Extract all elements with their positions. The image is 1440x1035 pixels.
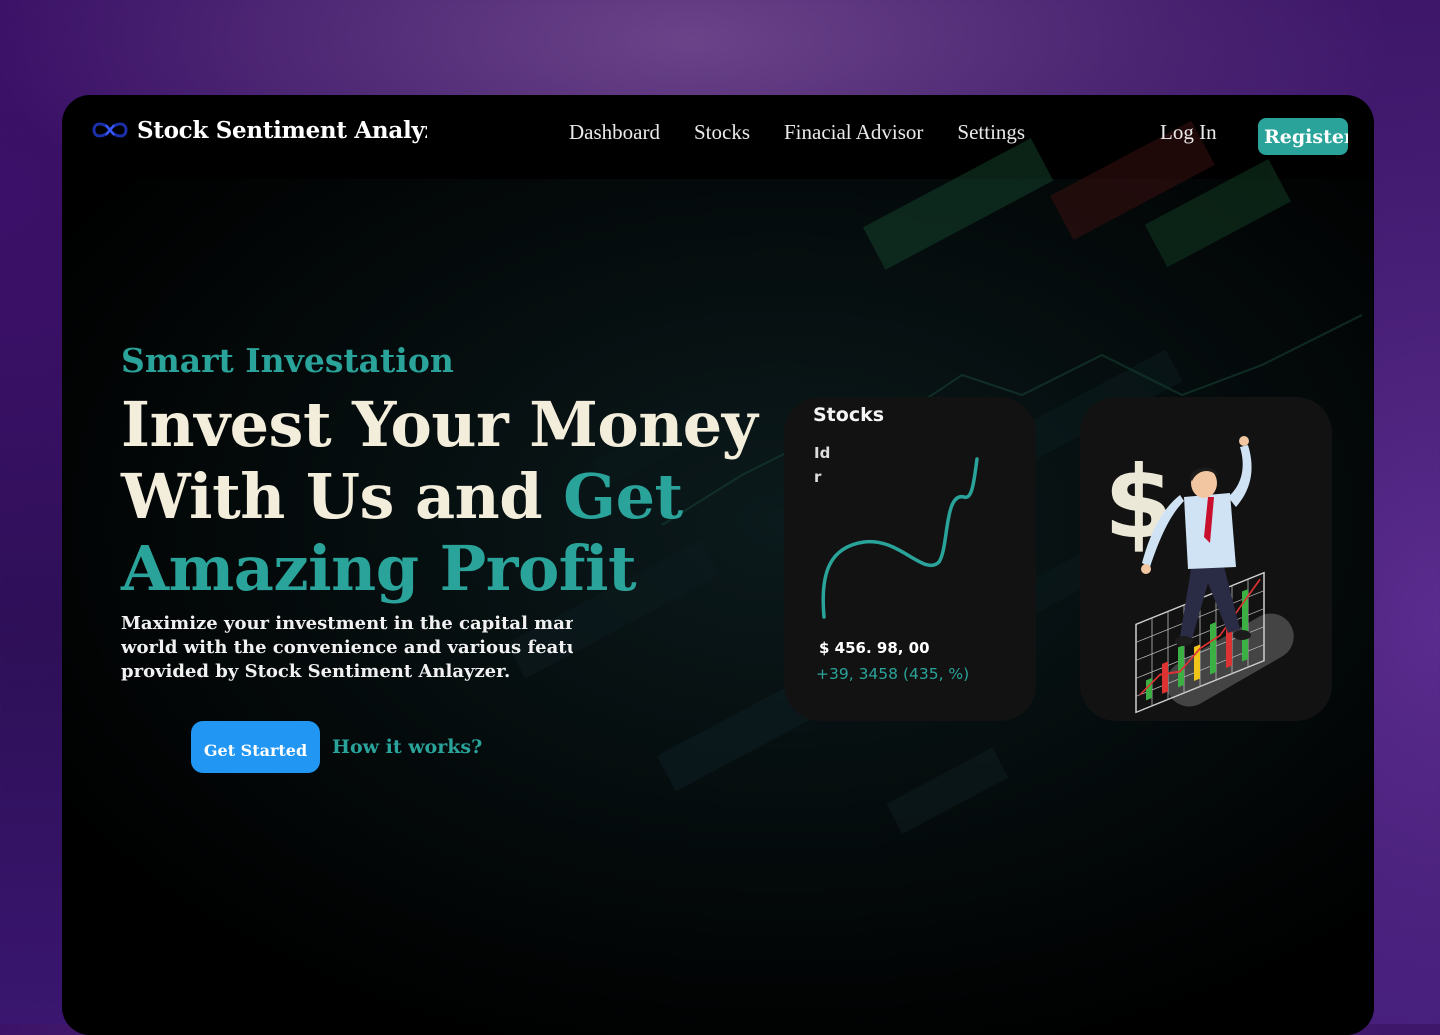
investor-illustration-card: $ — [1080, 397, 1332, 721]
infinity-logo-icon — [92, 122, 128, 138]
nav-link-dashboard[interactable]: Dashboard — [569, 120, 660, 145]
get-started-button[interactable]: Get Started — [191, 721, 320, 773]
nav-link-stocks[interactable]: Stocks — [694, 120, 750, 145]
register-button[interactable]: Register — [1258, 118, 1348, 155]
stocks-card-title: Stocks — [813, 404, 885, 426]
investor-illustration: $ — [1104, 436, 1294, 714]
app-window: Stock Sentiment Analyzer Dashboard Stock… — [62, 95, 1374, 1035]
top-nav: Stock Sentiment Analyzer Dashboard Stock… — [62, 95, 1374, 179]
hero-headline: Invest Your Money With Us and Get Amazin… — [121, 389, 761, 605]
description-line-1: Maximize your investment in the capital … — [121, 613, 573, 634]
brand-name[interactable]: Stock Sentiment Analyzer — [137, 117, 427, 144]
dollar-sign-icon: $ — [1104, 444, 1174, 561]
login-link[interactable]: Log In — [1160, 120, 1217, 145]
stock-change: +39, 3458 (435, %) — [816, 665, 970, 683]
stock-sparkline — [821, 457, 979, 619]
description-line-2: world with the convenience and various f… — [121, 637, 573, 658]
headline-line-2: With Us and Get — [121, 461, 761, 533]
headline-line-2-white: With Us and — [121, 460, 564, 533]
how-it-works-link[interactable]: How it works? — [332, 736, 482, 758]
nav-link-settings[interactable]: Settings — [957, 120, 1025, 145]
description-line-3: provided by Stock Sentiment Anlayzer. — [121, 661, 511, 682]
hero-description: Maximize your investment in the capital … — [121, 612, 573, 684]
stocks-card[interactable]: Stocks Id r $ 456. 98, 00 +39, 3458 (435… — [784, 397, 1036, 721]
nav-link-financial-advisor[interactable]: Finacial Advisor — [784, 120, 923, 145]
headline-line-1: Invest Your Money — [121, 388, 758, 461]
nav-links: Dashboard Stocks Finacial Advisor Settin… — [569, 120, 1025, 145]
hero-eyebrow: Smart Investation — [121, 341, 454, 380]
stock-price: $ 456. 98, 00 — [819, 639, 930, 657]
headline-line-2-accent: Get — [563, 460, 683, 533]
headline-line-3: Amazing Profit — [121, 532, 637, 605]
